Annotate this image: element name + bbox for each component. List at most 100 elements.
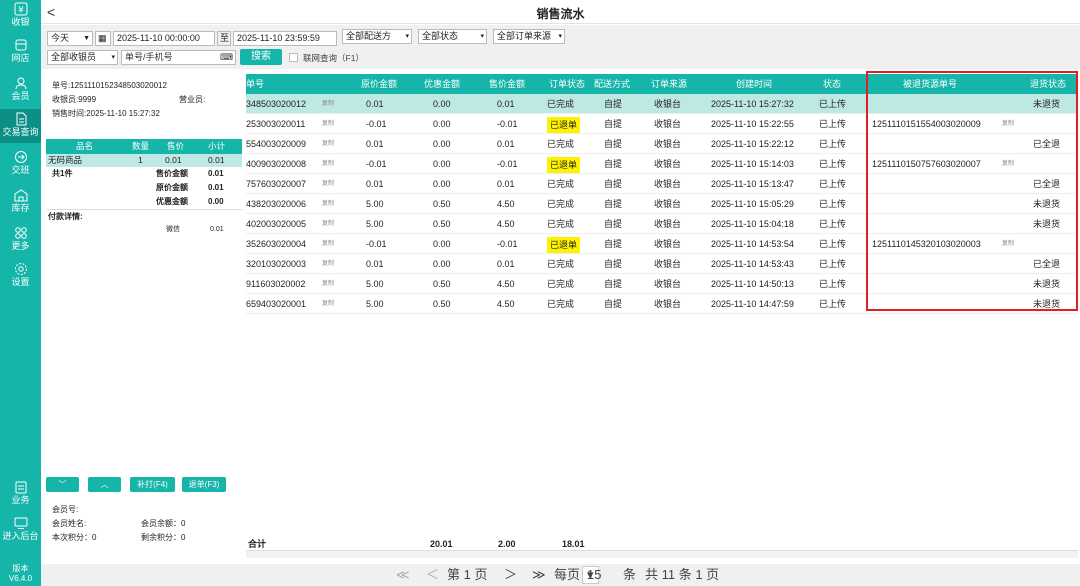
table-cell-delivery: 自提: [604, 259, 623, 269]
keyboard-icon[interactable]: ⌨: [220, 51, 233, 64]
header-cell: 小计: [208, 141, 226, 151]
copy-ref-button[interactable]: 复制: [1002, 234, 1014, 254]
sidebar-item-settings[interactable]: 设置: [0, 262, 41, 287]
copy-order-button[interactable]: 复制: [322, 254, 334, 274]
header-cell: 数量: [132, 141, 150, 151]
sidebar-item-business[interactable]: 业务: [0, 480, 41, 505]
last-page-button[interactable]: ≫: [532, 564, 546, 586]
copy-order-button[interactable]: 复制: [322, 94, 334, 114]
per-page-select[interactable]: 15 ▾: [582, 566, 601, 584]
app-root: ¥ 收银 网店 会员 交易查询 交班 库存 更多 设置 业务 进入后台 版本 V…: [0, 0, 1080, 586]
item-row[interactable]: 无码商品 1 0.01 0.01: [46, 154, 242, 167]
search-button[interactable]: 搜索: [240, 49, 282, 65]
table-row[interactable]: 402003020005 5.00 0.50 4.50 已完成 自提 收银台 2025-11-…: [246, 214, 1078, 234]
table-row[interactable]: 320103020003 0.01 0.00 0.01 已完成 自提 收银台 2025-11-…: [246, 254, 1078, 274]
copy-order-button[interactable]: 复制: [322, 294, 334, 314]
scroll-down-button[interactable]: ﹀: [46, 477, 79, 492]
copy-order-button[interactable]: 复制: [322, 114, 334, 134]
table-row[interactable]: 348503020012 0.01 0.00 0.01 已完成 自提 收银台 2025-11-…: [246, 94, 1078, 114]
sidebar-item-shift[interactable]: 交班: [0, 150, 41, 175]
online-query-checkbox[interactable]: [289, 53, 298, 62]
table-cell-discount: 0.00: [433, 159, 451, 169]
sidebar-item-inventory[interactable]: 库存: [0, 188, 41, 213]
table-row[interactable]: 554003020009 0.01 0.00 0.01 已完成 自提 收银台 2025-11-…: [246, 134, 1078, 154]
page-indicator: 第 1 页: [447, 567, 488, 582]
source-select[interactable]: 全部订单来源 ▾: [493, 29, 565, 44]
table-cell-orig: 0.01: [366, 139, 384, 149]
copy-order-button[interactable]: 复制: [322, 134, 334, 154]
copy-ref-button[interactable]: 复制: [1002, 154, 1014, 174]
table-cell-delivery: 自提: [604, 159, 623, 169]
table-cell-source: 收银台: [654, 239, 682, 249]
table-cell-sale: 4.50: [497, 299, 515, 309]
member-panel: 会员号: 会员姓名: 本次积分：0 会员余额：0 剩余积分：0: [46, 500, 242, 558]
start-time-input[interactable]: 2025-11-10 00:00:00: [113, 31, 215, 46]
table-cell-orig: -0.01: [366, 239, 387, 249]
table-cell-time: 2025-11-10 15:14:03: [711, 159, 794, 169]
table-cell-orig: 5.00: [366, 299, 384, 309]
scroll-up-button[interactable]: ︿: [88, 477, 121, 492]
grid-icon: [14, 227, 27, 239]
period-value: 今天: [51, 33, 70, 43]
table-cell-time: 2025-11-10 15:22:55: [711, 119, 794, 129]
calendar-icon[interactable]: ▦: [95, 31, 111, 46]
monitor-icon: [14, 517, 27, 529]
table-cell-source: 收银台: [654, 259, 682, 269]
refund-button[interactable]: 退单(F3): [182, 477, 226, 492]
copy-order-button[interactable]: 复制: [322, 154, 334, 174]
discount-amount: 0.00: [208, 197, 224, 206]
table-row[interactable]: 757603020007 0.01 0.00 0.01 已完成 自提 收银台 2025-11-…: [246, 174, 1078, 194]
table-cell-time: 2025-11-10 15:22:12: [711, 139, 794, 149]
table-cell-status: 已完成: [547, 299, 575, 309]
copy-order-button[interactable]: 复制: [322, 174, 334, 194]
copy-order-button[interactable]: 复制: [322, 194, 334, 214]
total-sale: 18.01: [562, 539, 585, 549]
table-cell-orig: 5.00: [366, 219, 384, 229]
copy-order-button[interactable]: 复制: [322, 234, 334, 254]
table-row[interactable]: 400903020008 -0.01 0.00 -0.01 已退单 自提 收银台 2025-1…: [246, 154, 1078, 174]
first-page-button[interactable]: ≪: [396, 564, 410, 586]
chevron-down-icon: ﹀: [58, 480, 67, 489]
status-select[interactable]: 全部状态 ▾: [418, 29, 487, 44]
sidebar-item-member[interactable]: 会员: [0, 76, 41, 101]
horizontal-scrollbar[interactable]: [246, 550, 1078, 558]
prev-page-button[interactable]: ＜: [426, 564, 439, 586]
source-value: 全部订单来源: [497, 31, 552, 41]
dropdown-arrow-icon: ▾: [111, 54, 115, 61]
item-table: 品名 数量 售价 小计 无码商品 1 0.01 0.01 共1件 售价金额 0.…: [46, 139, 242, 237]
table-row[interactable]: 911603020002 5.00 0.50 4.50 已完成 自提 收银台 2025-11-…: [246, 274, 1078, 294]
search-input[interactable]: 单号/手机号 ⌨: [121, 50, 236, 65]
table-row[interactable]: 352603020004 -0.01 0.00 -0.01 已退单 自提 收银台 2025-1…: [246, 234, 1078, 254]
copy-ref-button[interactable]: 复制: [1002, 114, 1014, 134]
table-cell-delivery: 自提: [604, 119, 623, 129]
end-time-input[interactable]: 2025-11-10 23:59:59: [233, 31, 337, 46]
col-order-no: 单号: [246, 79, 265, 89]
item-price: 0.01: [165, 155, 182, 165]
table-cell-discount: 0.50: [433, 219, 451, 229]
table-cell-return-status: 已全退: [1033, 259, 1061, 269]
next-page-button[interactable]: ＞: [504, 564, 517, 586]
delivery-select[interactable]: 全部配送方 ▾: [342, 29, 412, 44]
copy-order-button[interactable]: 复制: [322, 274, 334, 294]
total-discount: 2.00: [498, 539, 516, 549]
table-row[interactable]: 659403020001 5.00 0.50 4.50 已完成 自提 收银台 2025-11-…: [246, 294, 1078, 314]
table-cell-sale: 0.01: [497, 139, 515, 149]
cashier-select[interactable]: 全部收银员 ▾: [47, 50, 118, 65]
table-row[interactable]: 438203020006 5.00 0.50 4.50 已完成 自提 收银台 2025-11-…: [246, 194, 1078, 214]
sidebar-item-label: 收银: [11, 17, 30, 27]
period-select[interactable]: 今天 ▼: [47, 31, 93, 46]
table-cell-return-status: 未退货: [1033, 219, 1061, 229]
sidebar-item-cashier[interactable]: ¥ 收银: [0, 2, 41, 27]
gear-icon: [14, 263, 27, 275]
sidebar-item-backend[interactable]: 进入后台: [0, 516, 41, 541]
reprint-button[interactable]: 补打(F4): [130, 477, 175, 492]
sidebar-item-online-store[interactable]: 网店: [0, 38, 41, 63]
table-cell-discount: 0.00: [433, 239, 451, 249]
sidebar-item-more[interactable]: 更多: [0, 226, 41, 251]
cashier-icon: ¥: [14, 2, 27, 16]
table-cell-source: 收银台: [654, 119, 682, 129]
table-row[interactable]: 253003020011 -0.01 0.00 -0.01 已退单 自提 收银台 2025-1…: [246, 114, 1078, 134]
copy-order-button[interactable]: 复制: [322, 214, 334, 234]
sidebar-item-transactions[interactable]: 交易查询: [0, 109, 41, 143]
store-icon: [15, 39, 26, 51]
